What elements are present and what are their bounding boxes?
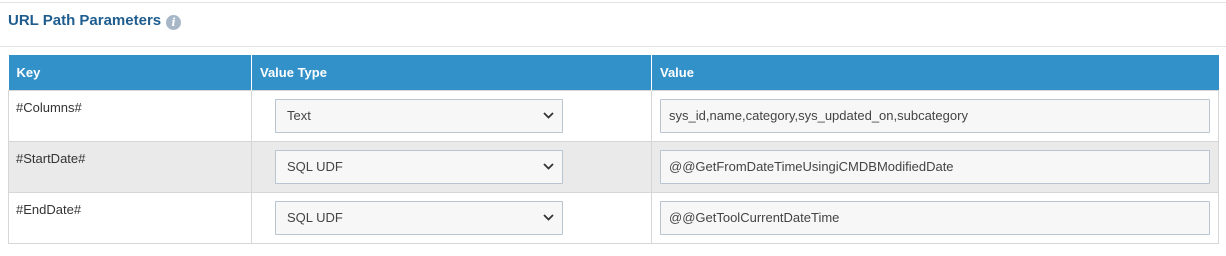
top-divider — [0, 2, 1226, 3]
value-cell: sys_id,name,category,sys_updated_on,subc… — [651, 89, 1219, 142]
table-row: #EndDate# SQL UDF @@GetToolCurrentDateTi… — [8, 191, 1219, 244]
section-header: URL Path Parameters i — [8, 10, 182, 32]
value-type-selected: Text — [287, 108, 311, 123]
value-type-select[interactable]: SQL UDF — [275, 149, 563, 184]
table-header-row: Key Value Type Value — [8, 55, 1219, 90]
chevron-down-icon — [543, 112, 554, 119]
section-title: URL Path Parameters — [8, 12, 162, 29]
value-type-selected: SQL UDF — [287, 210, 343, 225]
value-cell: @@GetFromDateTimeUsingiCMDBModifiedDate — [651, 140, 1219, 193]
column-header-key: Key — [8, 55, 252, 90]
value-input[interactable]: @@GetToolCurrentDateTime — [660, 200, 1210, 235]
value-type-cell: SQL UDF — [251, 191, 652, 244]
key-cell: #Columns# — [8, 89, 252, 142]
info-icon[interactable]: i — [166, 14, 182, 30]
key-label: #StartDate# — [16, 150, 86, 166]
url-path-parameters-table: Key Value Type Value #Columns# Text sys_… — [8, 55, 1219, 244]
value-type-cell: Text — [251, 89, 652, 142]
value-input[interactable]: @@GetFromDateTimeUsingiCMDBModifiedDate — [660, 149, 1210, 184]
value-cell: @@GetToolCurrentDateTime — [651, 191, 1219, 244]
key-label: #Columns# — [16, 99, 82, 115]
table-row: #Columns# Text sys_id,name,category,sys_… — [8, 89, 1219, 142]
section-divider — [0, 46, 1226, 47]
value-type-cell: SQL UDF — [251, 140, 652, 193]
value-type-select[interactable]: SQL UDF — [275, 200, 563, 235]
key-cell: #EndDate# — [8, 191, 252, 244]
chevron-down-icon — [543, 214, 554, 221]
value-type-selected: SQL UDF — [287, 159, 343, 174]
key-label: #EndDate# — [16, 201, 82, 217]
value-input[interactable]: sys_id,name,category,sys_updated_on,subc… — [660, 98, 1210, 133]
column-header-value: Value — [651, 55, 1219, 90]
table-row: #StartDate# SQL UDF @@GetFromDateTimeUsi… — [8, 140, 1219, 193]
key-cell: #StartDate# — [8, 140, 252, 193]
chevron-down-icon — [543, 163, 554, 170]
column-header-value-type: Value Type — [251, 55, 652, 90]
value-type-select[interactable]: Text — [275, 98, 563, 133]
